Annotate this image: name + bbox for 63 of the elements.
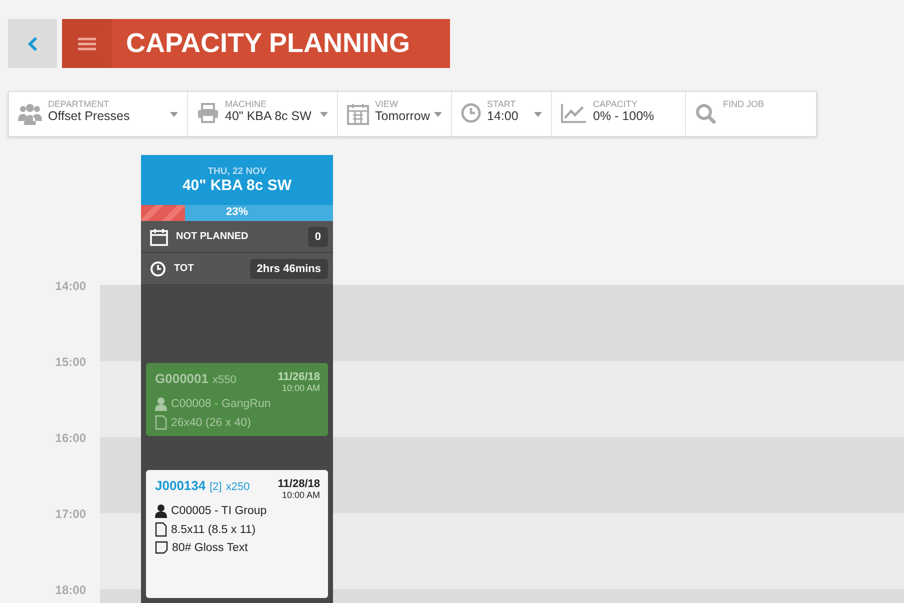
job-detail: 8.5x11 (8.5 x 11) <box>171 524 256 536</box>
calendar-icon <box>150 228 168 246</box>
job-detail: 26x40 (26 x 40) <box>171 416 251 428</box>
stat-label: NOT PLANNED <box>176 231 250 242</box>
time-label: 16:00 <box>54 431 87 445</box>
job-detail: 80# Gloss Text <box>172 542 248 554</box>
filter-dropdown[interactable]: CAPACITY 0% - 100% <box>552 92 686 136</box>
column-machine: 40" KBA 8c SW <box>182 177 292 194</box>
filter-label: MACHINE <box>225 99 268 109</box>
person-icon <box>155 397 167 411</box>
filter-label: VIEW <box>375 99 400 109</box>
due-time: 10:00 AM <box>282 490 320 500</box>
filter-label: START <box>487 99 517 109</box>
due-date: 11/28/18 <box>278 478 320 490</box>
due-date: 11/26/18 <box>278 371 320 383</box>
person-icon <box>155 504 167 518</box>
job-quantity: x250 <box>226 481 250 493</box>
time-label: 15:00 <box>54 355 87 369</box>
caret-icon <box>434 112 442 117</box>
document-icon <box>155 415 167 430</box>
filter-dropdown[interactable]: MACHINE 40" KBA 8c SW <box>188 92 338 136</box>
job-detail: C00005 - TI Group <box>171 505 267 517</box>
back-button[interactable] <box>8 19 57 68</box>
filter-value: Tomorrow <box>375 109 430 124</box>
capacity-reading: 23% <box>224 206 250 218</box>
menu-icon <box>78 36 96 50</box>
caret-icon <box>534 112 542 117</box>
search-icon <box>695 103 717 125</box>
clock-icon <box>461 103 481 123</box>
filter-dropdown[interactable]: VIEW Tomorrow <box>338 92 452 136</box>
people-icon <box>18 103 42 125</box>
filter-label: DEPARTMENT <box>48 99 110 109</box>
job-card[interactable]: J000134 [2] x250 11/28/18 10:00 AM C00005 - TI Group 8.5x11 (8.5 x 11) 80# Gloss Text <box>146 470 328 598</box>
job-quantity: x550 <box>212 374 236 386</box>
caret-icon <box>170 112 178 117</box>
page-title: CAPACITY PLANNING <box>125 27 410 60</box>
back-icon <box>26 36 38 52</box>
chart-icon <box>561 103 587 123</box>
time-label: 14:00 <box>54 279 87 293</box>
filter-dropdown[interactable]: START 14:00 <box>452 92 552 136</box>
calendar-icon <box>347 103 369 125</box>
caret-icon <box>320 112 328 117</box>
filter-value: 0% - 100% <box>593 109 654 124</box>
menu-button[interactable] <box>62 19 112 68</box>
filter-label: FIND JOB <box>723 99 764 109</box>
filter-value: Offset Presses <box>48 109 130 124</box>
document-icon <box>155 522 167 537</box>
paper-sheet-icon <box>155 541 168 554</box>
printer-icon <box>197 103 219 123</box>
clock-icon <box>150 260 166 276</box>
stat-label: TOT <box>174 263 195 274</box>
filter-value: 40" KBA 8c SW <box>225 109 312 124</box>
filter-label: CAPACITY <box>593 99 638 109</box>
stat-value: 2hrs 46mins <box>250 258 328 278</box>
time-label: 18:00 <box>54 583 87 597</box>
filter-dropdown[interactable]: DEPARTMENT Offset Presses <box>9 92 188 136</box>
stat-value: 0 <box>308 226 328 246</box>
job-detail: C00008 - GangRun <box>171 398 271 410</box>
filter-value: 14:00 <box>487 109 518 124</box>
job-part-count: [2] <box>210 481 222 493</box>
time-label: 17:00 <box>54 507 87 521</box>
due-time: 10:00 AM <box>282 383 320 393</box>
column-date: THU, 22 NOV <box>208 166 266 177</box>
